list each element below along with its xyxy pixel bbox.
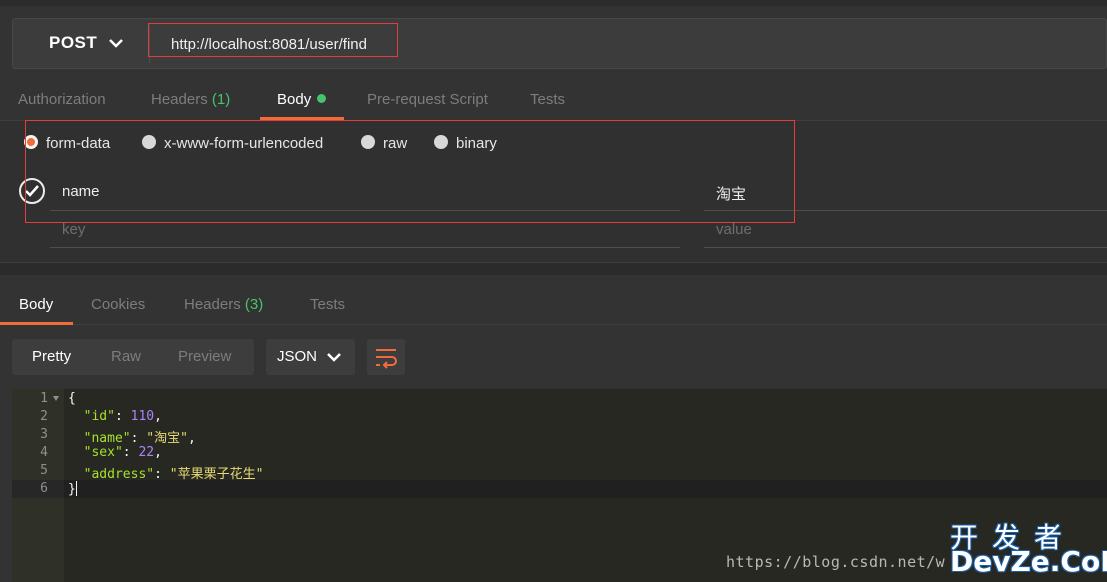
view-mode-group: Pretty Raw Preview	[12, 339, 254, 375]
chevron-down-icon[interactable]	[107, 36, 125, 50]
code-line: {	[68, 391, 76, 406]
headers-count: (1)	[211, 91, 231, 108]
tab-tests[interactable]: Tests	[530, 91, 565, 108]
text-cursor	[75, 481, 77, 496]
code-line: "address": "苹果栗子花生"	[83, 467, 264, 482]
response-tab-tests[interactable]: Tests	[310, 296, 345, 313]
response-tabs: Body Cookies Headers (3) Tests	[0, 275, 1107, 325]
url-highlight-box	[148, 23, 398, 57]
active-line-highlight	[64, 480, 1107, 498]
chevron-down-icon	[327, 353, 341, 362]
view-raw-button[interactable]: Raw	[111, 348, 141, 365]
line-number: 5	[40, 463, 48, 478]
code-line: "id": 110,	[83, 409, 162, 424]
watermark-logo-en: DevZe.CoM	[950, 545, 1107, 578]
response-headers-count: (3)	[244, 296, 264, 313]
top-strip	[0, 0, 1107, 6]
line-number: 1	[40, 391, 48, 406]
tab-pre-request-script[interactable]: Pre-request Script	[367, 91, 488, 108]
form-highlight-box	[25, 120, 795, 223]
code-line: }	[68, 481, 77, 497]
request-tabs: Authorization Headers (1) Body Pre-reque…	[0, 84, 1107, 120]
code-line: "name": "淘宝",	[83, 431, 196, 446]
fold-arrow-icon[interactable]	[53, 396, 59, 401]
response-active-tab-indicator	[0, 322, 73, 325]
wrap-lines-icon	[376, 349, 397, 369]
code-line: "sex": 22,	[83, 445, 162, 460]
new-value-input[interactable]: value	[716, 221, 752, 238]
tab-body[interactable]: Body	[277, 91, 327, 108]
format-label: JSON	[277, 348, 318, 365]
tab-authorization[interactable]: Authorization	[18, 91, 106, 108]
line-number: 3	[40, 427, 48, 442]
view-pretty-button[interactable]: Pretty	[32, 348, 71, 365]
new-value-underline	[704, 247, 1107, 248]
method-select[interactable]: POST	[49, 33, 97, 53]
response-toolbar: Pretty Raw Preview JSON	[0, 326, 1107, 388]
response-tab-cookies[interactable]: Cookies	[91, 296, 145, 313]
line-number: 4	[40, 445, 48, 460]
view-preview-button[interactable]: Preview	[178, 348, 231, 365]
watermark-logo: 开发者 DevZe.CoM	[950, 516, 1107, 578]
new-key-input[interactable]: key	[62, 221, 85, 238]
wrap-lines-button[interactable]	[367, 339, 405, 375]
body-status-dot	[317, 94, 327, 103]
tab-headers[interactable]: Headers (1)	[151, 91, 230, 108]
new-key-underline	[50, 247, 680, 248]
watermark-url: https://blog.csdn.net/w	[726, 553, 946, 571]
response-tab-body[interactable]: Body	[19, 296, 53, 313]
format-select[interactable]: JSON	[266, 339, 355, 375]
section-divider	[0, 262, 1107, 275]
line-number: 6	[40, 481, 48, 496]
response-tab-headers[interactable]: Headers (3)	[184, 296, 263, 313]
line-number: 2	[40, 409, 48, 424]
